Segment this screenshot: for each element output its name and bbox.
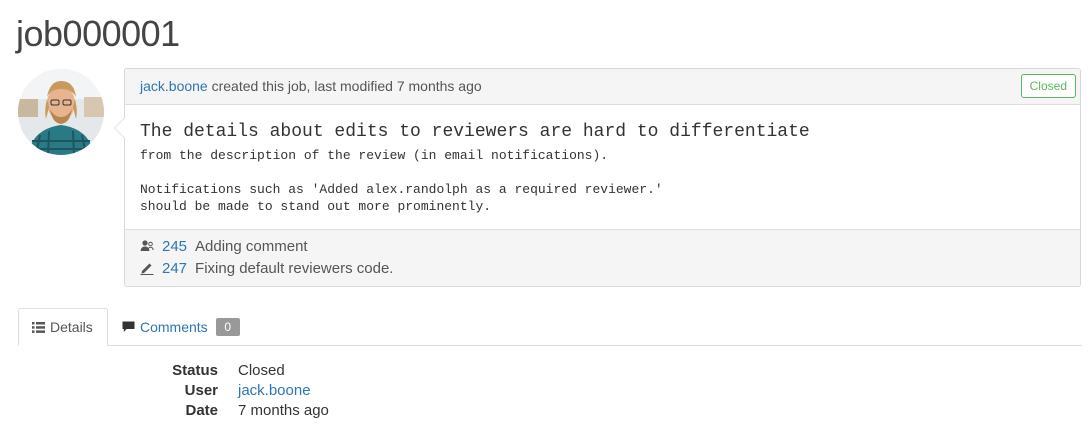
detail-value: 7 months ago [238,402,329,419]
comment-icon [122,321,135,333]
tab-details-label: Details [50,319,93,335]
detail-value: Closed [238,362,285,379]
description-title: The details about edits to reviewers are… [140,122,810,142]
user-link[interactable]: jack.boone [238,382,311,399]
detail-label: Date [185,402,218,419]
change-item: 247 Fixing default reviewers code. [140,258,393,278]
job-meta: jack.boone created this job, last modifi… [140,78,482,94]
tab-comments-label: Comments [140,319,208,335]
modified-time: 7 months ago [396,78,482,94]
tab-bar: Details Comments 0 [18,308,1082,346]
linked-changes: 245 Adding comment 247 Fixing default re… [125,229,1080,286]
detail-label: User [184,382,218,399]
detail-label: Status [172,362,218,379]
description-line: should be made to stand out more promine… [140,199,492,214]
description-line: Notifications such as 'Added alex.randol… [140,182,663,197]
change-description: Fixing default reviewers code. [195,259,394,277]
page-title: job000001 [16,13,180,54]
job-panel: jack.boone created this job, last modifi… [114,68,1081,287]
detail-row-status: Status Closed [0,362,600,382]
detail-row-date: Date 7 months ago [0,402,600,422]
created-text: created this job, last modified [211,78,393,94]
change-description: Adding comment [195,237,308,255]
detail-row-user: User jack.boone [0,382,600,402]
panel-pointer-inner [115,118,125,138]
tab-details[interactable]: Details [18,308,108,346]
job-description: The details about edits to reviewers are… [140,121,1065,215]
avatar-photo [18,69,104,155]
change-link-245[interactable]: 245 [162,238,187,255]
change-item: 245 Adding comment [140,236,308,256]
status-badge: Closed [1020,74,1076,98]
review-icon [140,239,154,253]
change-link-247[interactable]: 247 [162,260,187,277]
comments-count-badge: 0 [215,318,240,336]
creator-link[interactable]: jack.boone [140,78,208,94]
description-line: from the description of the review (in e… [140,148,609,163]
tab-comments[interactable]: Comments 0 [122,308,240,346]
avatar [18,69,104,155]
details-list: Status Closed User jack.boone Date 7 mon… [0,362,600,422]
job-panel-header: jack.boone created this job, last modifi… [125,69,1080,105]
list-icon [32,321,45,333]
pencil-icon [140,261,154,275]
